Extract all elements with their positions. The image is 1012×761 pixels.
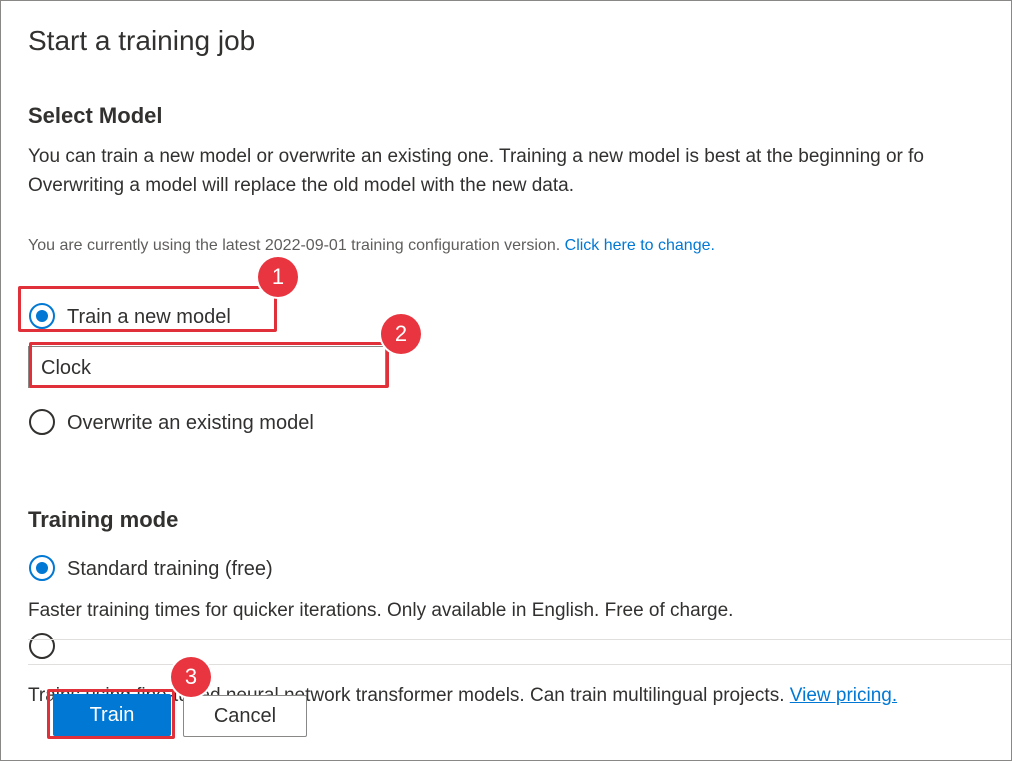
annotation-highlight-2 [29, 342, 389, 388]
radio-label-overwrite: Overwrite an existing model [67, 412, 314, 434]
config-version-text: You are currently using the latest 2022-… [28, 237, 715, 255]
annotation-badge-3: 3 [171, 657, 211, 697]
select-model-heading: Select Model [28, 103, 163, 128]
annotation-badge-1: 1 [258, 257, 298, 297]
footer-divider-top [28, 639, 1011, 640]
training-mode-heading: Training mode [28, 507, 179, 532]
radio-button-unchecked[interactable] [29, 409, 55, 435]
config-version-label: You are currently using the latest 2022-… [28, 237, 561, 254]
change-config-link[interactable]: Click here to change. [565, 237, 715, 254]
annotation-highlight-3 [47, 689, 175, 739]
annotation-highlight-1 [18, 286, 277, 332]
standard-training-description: Faster training times for quicker iterat… [28, 600, 734, 621]
annotation-badge-2: 2 [381, 314, 421, 354]
training-job-panel: Start a training job Select Model You ca… [0, 0, 1012, 761]
page-title: Start a training job [28, 25, 256, 56]
radio-advanced-training[interactable] [29, 633, 55, 659]
cancel-button[interactable]: Cancel [183, 695, 307, 737]
radio-label-standard: Standard training (free) [67, 558, 273, 580]
view-pricing-link[interactable]: View pricing. [790, 685, 897, 706]
select-model-description-line1: You can train a new model or overwrite a… [28, 146, 924, 167]
select-model-description-line2: Overwriting a model will replace the old… [28, 175, 574, 196]
radio-button-checked[interactable] [29, 555, 55, 581]
